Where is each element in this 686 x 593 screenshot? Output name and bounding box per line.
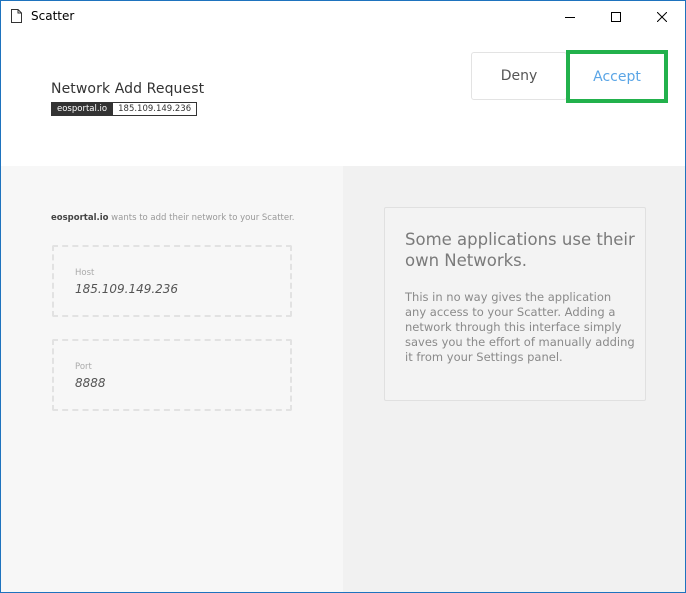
info-card: Some applications use their own Networks… [384,207,646,401]
document-icon [11,8,22,23]
host-field: Host 185.109.149.236 [52,245,292,317]
intro-origin: eosportal.io [51,213,109,223]
origin-badge: eosportal.io 185.109.149.236 [51,102,198,116]
port-value: 8888 [75,376,106,390]
host-label: Host [75,268,95,278]
accept-button[interactable]: Accept [566,50,668,103]
minimize-icon [565,7,575,26]
port-field: Port 8888 [52,339,292,411]
close-icon [656,7,668,26]
maximize-icon [611,7,621,26]
info-heading: Some applications use their own Networks… [405,230,635,270]
title-bar: Scatter [1,1,685,31]
request-header: Network Add Request eosportal.io 185.109… [1,31,685,166]
page-title: Network Add Request [51,81,205,97]
host-value: 185.109.149.236 [75,282,179,296]
request-details-panel: eosportal.io wants to add their network … [1,166,343,592]
maximize-button[interactable] [593,1,639,31]
close-button[interactable] [639,1,685,31]
origin-tag: eosportal.io [51,102,114,116]
window-title: Scatter [31,9,75,23]
deny-button[interactable]: Deny [471,52,567,100]
intro-text: wants to add their network to your Scatt… [108,213,295,223]
port-label: Port [75,362,92,372]
info-body: This in no way gives the application any… [405,290,635,364]
ip-tag: 185.109.149.236 [113,102,198,116]
info-panel: Some applications use their own Networks… [343,166,685,592]
minimize-button[interactable] [547,1,593,31]
request-intro: eosportal.io wants to add their network … [51,213,295,223]
scatter-window: Scatter Network Add Request eosportal.io… [0,0,686,593]
